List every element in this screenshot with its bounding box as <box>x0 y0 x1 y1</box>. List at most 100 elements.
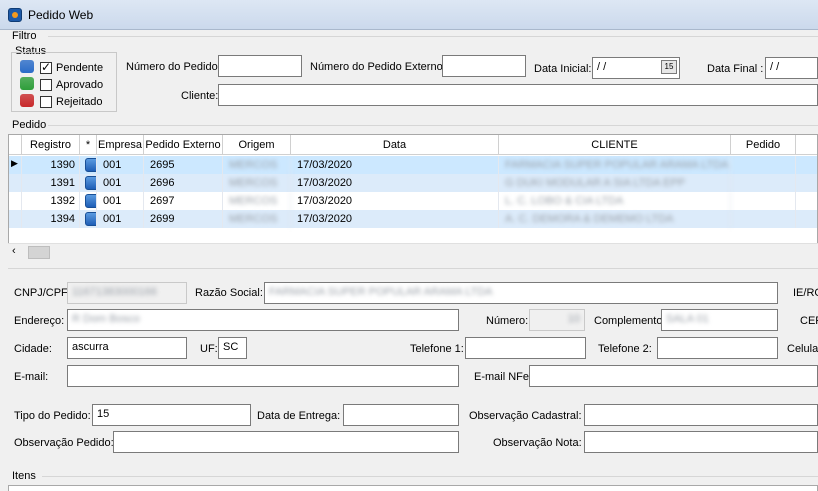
telefone1-input[interactable] <box>465 337 586 359</box>
col-filler-header <box>796 135 817 155</box>
email-input[interactable] <box>67 365 459 387</box>
obs-cadastral-label: Observação Cadastral: <box>469 410 582 422</box>
obs-pedido-label: Observação Pedido: <box>14 437 114 449</box>
endereco-input[interactable]: R Dom Bosco <box>67 309 459 331</box>
registro-cell: 1390 <box>22 156 80 174</box>
cliente-input[interactable] <box>218 84 818 106</box>
table-row[interactable]: ▶ 1390 001 2695 MERCOS 17/03/2020 FARMACIA SUP… <box>9 156 817 174</box>
cliente-cell: G DUKI MODULAR A SIA LTDA EPP <box>499 174 731 192</box>
origem-cell: MERCOS <box>223 192 291 210</box>
pedido-cell <box>731 210 796 228</box>
registro-cell: 1394 <box>22 210 80 228</box>
email-nfe-input[interactable] <box>529 365 818 387</box>
aprovado-checkbox[interactable] <box>40 79 52 91</box>
pedido-group-label: Pedido <box>12 119 47 131</box>
cliente-cell: FARMACIA SUPER POPULAR ARAMA LTDA <box>499 156 731 174</box>
numero-pedido-externo-input[interactable] <box>442 55 526 77</box>
pending-status-icon <box>85 212 96 226</box>
numero-label: Número: <box>486 315 529 327</box>
email-nfe-label: E-mail NFe: <box>474 371 533 383</box>
telefone2-input[interactable] <box>657 337 778 359</box>
numero-input[interactable]: 10 <box>529 309 585 331</box>
data-inicial-input[interactable]: / / 15 <box>592 57 680 79</box>
cliente-cell: L. C. LOBO & CIA LTDA <box>499 192 731 210</box>
detalhe-divider <box>8 268 818 269</box>
pedido-externo-cell: 2699 <box>144 210 223 228</box>
scroll-left-icon[interactable]: ‹ <box>12 245 16 257</box>
col-origem-header[interactable]: Origem <box>223 135 291 155</box>
itens-grid[interactable] <box>8 485 818 491</box>
tipo-pedido-value: 15 <box>97 408 110 420</box>
cnpj-input[interactable]: 11671383000166 <box>67 282 187 304</box>
data-cell: 17/03/2020 <box>291 210 499 228</box>
numero-pedido-externo-label: Número do Pedido Externo: <box>310 61 446 73</box>
tipo-pedido-input[interactable]: 15 <box>92 404 251 426</box>
obs-nota-label: Observação Nota: <box>493 437 582 449</box>
endereco-value: R Dom Bosco <box>72 313 140 325</box>
table-row[interactable]: 1394 001 2699 MERCOS 17/03/2020 A. C. DEMORA … <box>9 210 817 228</box>
itens-group-label: Itens <box>12 470 36 482</box>
app-icon <box>8 8 22 22</box>
pendente-checkbox[interactable] <box>40 60 52 74</box>
registro-cell: 1391 <box>22 174 80 192</box>
status-cell <box>80 156 97 174</box>
pending-status-icon <box>85 158 96 172</box>
pedido-cell <box>731 156 796 174</box>
cep-label: CEP <box>800 315 818 327</box>
cidade-input[interactable]: ascurra <box>67 337 187 359</box>
data-cell: 17/03/2020 <box>291 174 499 192</box>
filler-cell <box>796 174 817 192</box>
email-label: E-mail: <box>14 371 49 383</box>
col-empresa-header[interactable]: Empresa <box>97 135 144 155</box>
cliente-label: Cliente: <box>181 90 219 102</box>
rejeitado-checkbox[interactable] <box>40 96 52 108</box>
col-status-header[interactable]: * <box>80 135 97 155</box>
status-cell <box>80 192 97 210</box>
pedido-cell <box>731 174 796 192</box>
table-row[interactable]: 1391 001 2696 MERCOS 17/03/2020 G DUKI MODULA… <box>9 174 817 192</box>
col-pedido-header[interactable]: Pedido <box>731 135 796 155</box>
horizontal-scrollbar[interactable]: ‹ <box>8 243 818 261</box>
tipo-pedido-label: Tipo do Pedido: <box>14 410 91 422</box>
aprovado-label: Aprovado <box>56 79 104 91</box>
col-cliente-header[interactable]: CLIENTE <box>499 135 731 155</box>
data-final-value: / / <box>770 61 780 73</box>
col-registro-header[interactable]: Registro <box>22 135 80 155</box>
row-indicator <box>9 174 22 192</box>
uf-input[interactable]: SC <box>218 337 247 359</box>
complemento-value: SALA 01 <box>666 313 709 325</box>
data-final-input[interactable]: / / <box>765 57 818 79</box>
row-indicator <box>9 210 22 228</box>
ie-rg-label: IE/RG <box>793 287 818 299</box>
data-final-label: Data Final : <box>707 63 764 75</box>
filtro-divider <box>48 36 818 37</box>
origem-cell: MERCOS <box>223 174 291 192</box>
data-cell: 17/03/2020 <box>291 192 499 210</box>
data-entrega-input[interactable] <box>343 404 459 426</box>
empresa-cell: 001 <box>97 156 144 174</box>
obs-pedido-input[interactable] <box>113 431 459 453</box>
filtro-group-label: Filtro <box>12 30 37 42</box>
telefone1-label: Telefone 1: <box>410 343 464 355</box>
col-pedido-externo-header[interactable]: Pedido Externo <box>144 135 223 155</box>
celular-label: Celular <box>787 343 818 355</box>
col-data-header[interactable]: Data <box>291 135 499 155</box>
table-row[interactable]: 1392 001 2697 MERCOS 17/03/2020 L. C. LOBO & … <box>9 192 817 210</box>
razao-social-input[interactable]: FARMACIA SUPER POPULAR ARAMA LTDA <box>264 282 778 304</box>
obs-nota-input[interactable] <box>584 431 818 453</box>
complemento-input[interactable]: SALA 01 <box>661 309 778 331</box>
calendar-icon[interactable]: 15 <box>661 60 677 74</box>
pendente-label: Pendente <box>56 62 104 74</box>
pendente-color-icon <box>20 60 34 73</box>
scroll-thumb[interactable] <box>28 246 50 259</box>
data-cell: 17/03/2020 <box>291 156 499 174</box>
obs-cadastral-input[interactable] <box>584 404 818 426</box>
aprovado-color-icon <box>20 77 34 90</box>
razao-social-label: Razão Social: <box>195 287 263 299</box>
cidade-label: Cidade: <box>14 343 52 355</box>
numero-pedido-input[interactable] <box>218 55 302 77</box>
data-entrega-label: Data de Entrega: <box>257 410 341 422</box>
pedido-grid[interactable]: Registro * Empresa Pedido Externo Origem… <box>8 134 818 260</box>
pending-status-icon <box>85 194 96 208</box>
itens-divider <box>42 476 818 477</box>
